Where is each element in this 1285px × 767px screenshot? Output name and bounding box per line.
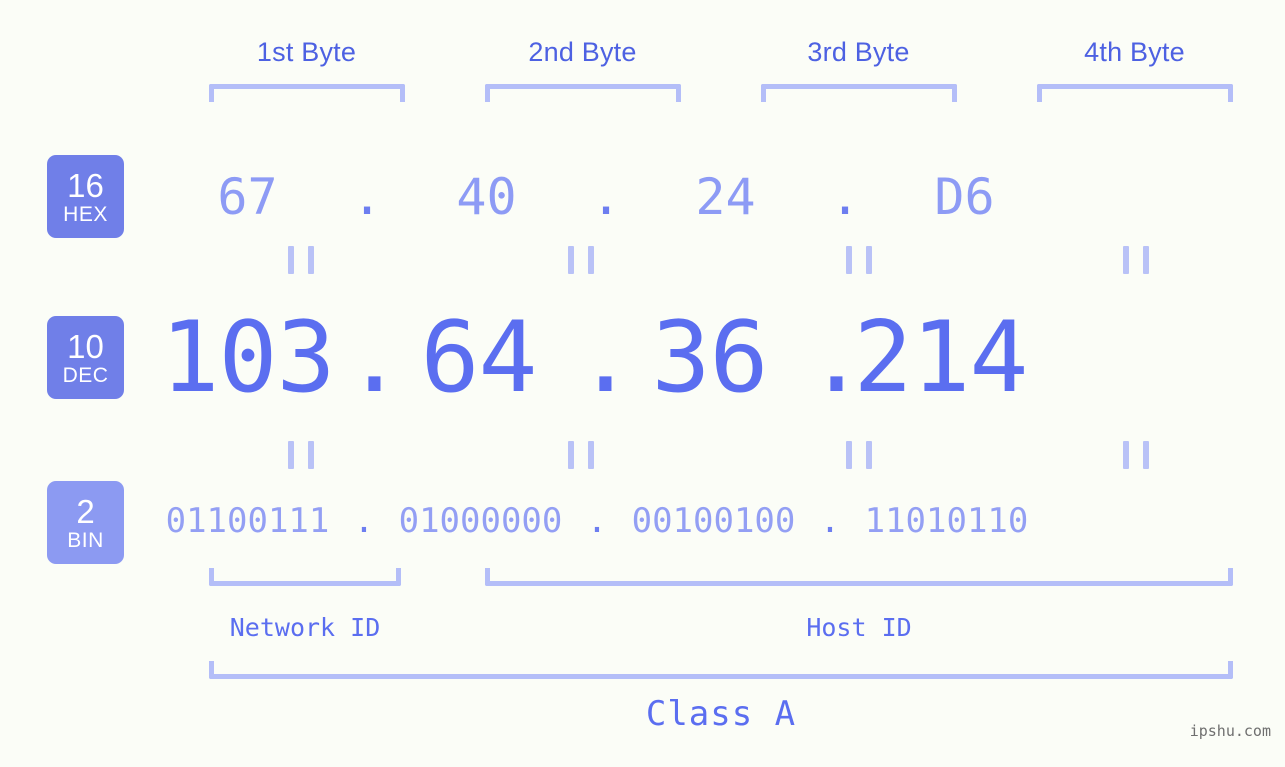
binary-value-row: 01100111 . 01000000 . 00100100 . 1101011… [150, 492, 1270, 550]
dec-byte-1: 103 [160, 301, 335, 415]
class-label: Class A [645, 694, 797, 734]
byte-bracket-top-3 [761, 84, 957, 102]
base-badge-hex: 16 HEX [47, 155, 124, 238]
bin-byte-3: 00100100 [631, 501, 796, 541]
bin-separator-3: . [819, 501, 841, 541]
bin-separator-2: . [586, 501, 608, 541]
hex-byte-2: 40 [456, 168, 517, 226]
hex-byte-4: D6 [934, 168, 995, 226]
base-badge-dec: 10 DEC [47, 316, 124, 399]
base-badge-bin-number: 2 [76, 492, 95, 530]
equals-mark-dec-bin-1 [288, 441, 314, 469]
dec-byte-2: 64 [420, 301, 537, 415]
base-badge-hex-label: HEX [63, 202, 108, 226]
byte-bracket-top-4 [1037, 84, 1233, 102]
ip-breakdown-diagram: 1st Byte 2nd Byte 3rd Byte 4th Byte 16 H… [0, 0, 1285, 767]
hex-separator-2: . [590, 168, 622, 226]
site-watermark: ipshu.com [1189, 722, 1271, 740]
equals-mark-dec-bin-4 [1123, 441, 1149, 469]
equals-mark-dec-bin-3 [846, 441, 872, 469]
host-id-label: Host ID [806, 613, 912, 642]
base-badge-dec-label: DEC [62, 363, 109, 387]
dec-byte-3: 36 [651, 301, 768, 415]
bin-byte-4: 11010110 [864, 501, 1029, 541]
equals-mark-hex-dec-3 [846, 246, 872, 274]
equals-mark-hex-dec-2 [568, 246, 594, 274]
base-badge-hex-number: 16 [67, 166, 104, 204]
bin-byte-2: 01000000 [398, 501, 563, 541]
dec-separator-3: . [807, 301, 867, 415]
base-badge-bin-label: BIN [67, 528, 104, 552]
network-id-label: Network ID [229, 613, 381, 642]
byte-header-4: 4th Byte [1084, 37, 1185, 67]
dec-byte-4: 214 [853, 301, 1028, 415]
hex-separator-3: . [829, 168, 861, 226]
dec-separator-1: . [345, 301, 405, 415]
network-id-bracket [209, 568, 401, 586]
base-badge-dec-number: 10 [67, 327, 104, 365]
byte-header-1: 1st Byte [256, 37, 357, 67]
hex-byte-3: 24 [695, 168, 756, 226]
bin-separator-1: . [353, 501, 375, 541]
base-badge-bin: 2 BIN [47, 481, 124, 564]
byte-bracket-top-1 [209, 84, 405, 102]
hex-separator-1: . [351, 168, 383, 226]
decimal-value-row: 103 . 64 . 36 . 214 [150, 301, 1270, 415]
class-bracket [209, 661, 1233, 679]
host-id-bracket [485, 568, 1233, 586]
hex-value-row: 67 . 40 . 24 . D6 [150, 152, 1270, 242]
dec-separator-2: . [576, 301, 636, 415]
equals-mark-hex-dec-4 [1123, 246, 1149, 274]
byte-bracket-top-2 [485, 84, 681, 102]
byte-header-2: 2nd Byte [528, 37, 637, 67]
equals-mark-hex-dec-1 [288, 246, 314, 274]
bin-byte-1: 01100111 [165, 501, 330, 541]
hex-byte-1: 67 [217, 168, 278, 226]
equals-mark-dec-bin-2 [568, 441, 594, 469]
byte-header-3: 3rd Byte [807, 37, 910, 67]
